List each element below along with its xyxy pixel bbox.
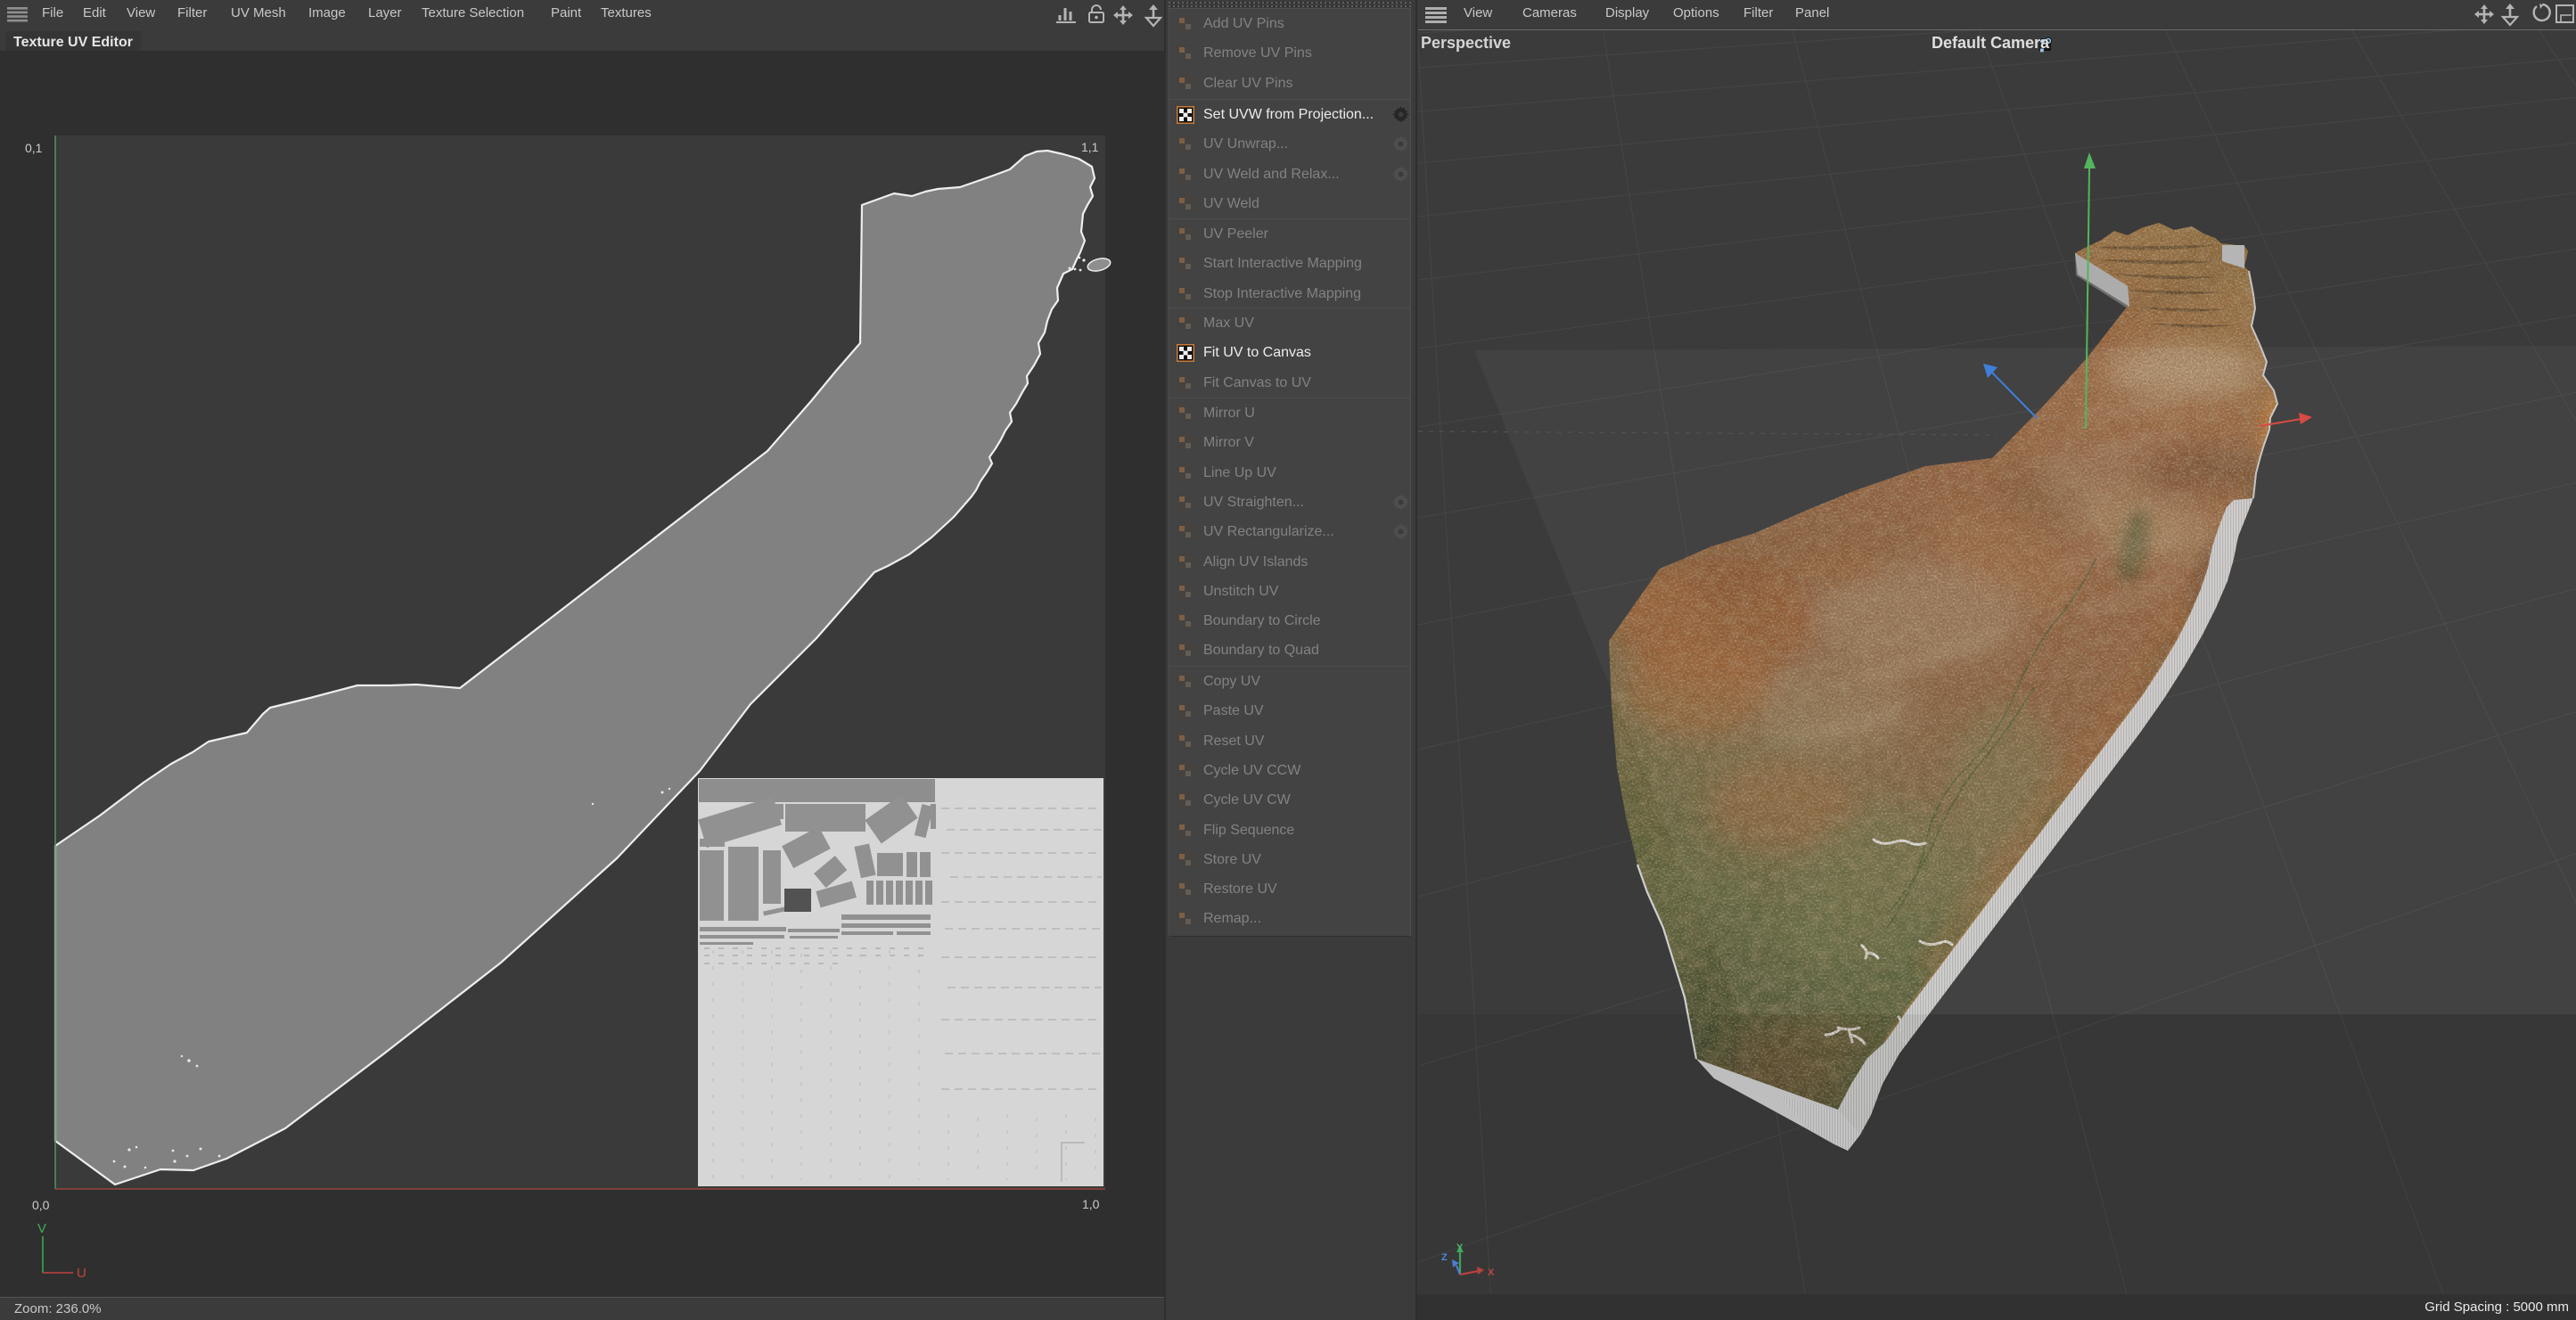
svg-text:X: X (1488, 1267, 1495, 1278)
svg-text:V: V (37, 1221, 46, 1236)
svg-text:Y: Y (1456, 1242, 1464, 1253)
svg-text:0,1: 0,1 (25, 141, 43, 155)
svg-text:0,0: 0,0 (32, 1198, 50, 1212)
svg-text:U: U (77, 1266, 86, 1281)
svg-text:1,1: 1,1 (1081, 140, 1099, 154)
svg-text:Z: Z (1441, 1252, 1448, 1263)
svg-text:1,0: 1,0 (1082, 1197, 1100, 1211)
